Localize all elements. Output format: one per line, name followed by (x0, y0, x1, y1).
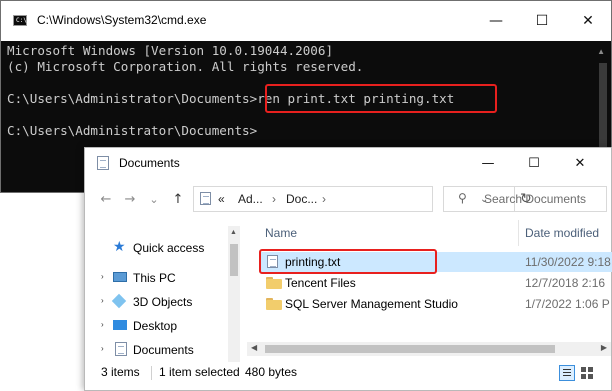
explorer-titlebar[interactable]: Documents — ☐ ✕ (85, 148, 611, 178)
sidebar-item-label: This PC (133, 271, 176, 285)
file-date-modified: 11/30/2022 9:18 (525, 255, 611, 269)
star-icon: ★ (113, 239, 126, 255)
horizontal-scrollbar[interactable]: ◀ ▶ (247, 342, 611, 356)
folder-icon (266, 298, 282, 310)
cmd-maximize-button[interactable]: ☐ (519, 1, 565, 41)
sidebar-item-desktop[interactable]: › Desktop (85, 316, 230, 336)
breadcrumb-separator-icon: › (322, 192, 326, 206)
expand-chevron-icon[interactable]: › (101, 320, 104, 329)
sidebar-item-label: Desktop (133, 319, 178, 333)
command-highlight-box (265, 84, 497, 113)
search-placeholder[interactable]: Search Documents (484, 192, 586, 206)
up-arrow-icon[interactable]: ↑ (169, 190, 187, 208)
documents-title-icon (97, 156, 109, 170)
large-icons-view-icon[interactable] (579, 365, 595, 381)
desktop-icon (113, 320, 127, 330)
explorer-close-button[interactable]: ✕ (557, 148, 603, 178)
sidebar-item-3d-objects[interactable]: › 3D Objects (85, 292, 230, 312)
column-divider[interactable] (518, 220, 519, 246)
sidebar-item-quick-access[interactable]: ★ Quick access (85, 238, 230, 258)
explorer-minimize-button[interactable]: — (465, 148, 511, 178)
breadcrumb-separator-icon: › (272, 192, 276, 206)
scroll-up-icon[interactable]: ▲ (230, 229, 237, 236)
expand-chevron-icon[interactable]: › (101, 272, 104, 281)
forward-arrow-icon[interactable]: → (121, 190, 139, 208)
file-name: Tencent Files (285, 276, 356, 290)
cmd-line: (c) Microsoft Corporation. All rights re… (7, 59, 364, 74)
search-icon: ⚲ (458, 191, 467, 205)
recent-locations-chevron-icon[interactable]: ⌄ (145, 190, 163, 208)
address-documents-icon (200, 192, 211, 205)
documents-icon (115, 342, 127, 356)
navigation-pane: ★ Quick access › This PC › 3D Objects › … (85, 226, 230, 362)
navigation-pane-scrollbar[interactable]: ▲ (228, 226, 240, 362)
scrollbar-thumb[interactable] (265, 345, 555, 353)
cmd-prompt-line: C:\Users\Administrator\Documents> (7, 123, 258, 138)
file-row-sql-server-management-studio[interactable]: SQL Server Management Studio 1/7/2022 1:… (261, 294, 612, 314)
file-date-modified: 12/7/2018 2:16 (525, 276, 606, 290)
sidebar-item-label: Quick access (133, 241, 205, 255)
status-item-count: 3 items (101, 365, 140, 379)
cmd-minimize-button[interactable]: — (473, 1, 519, 41)
address-bar[interactable]: « Ad... › Doc... › ⌄ ↻ (193, 186, 532, 212)
cmd-titlebar[interactable]: C:\ C:\Windows\System32\cmd.exe — ☐ ✕ (1, 1, 611, 41)
sidebar-item-documents[interactable]: › Documents (85, 340, 230, 360)
computer-icon (113, 272, 127, 282)
explorer-window[interactable]: Documents — ☐ ✕ ← → ⌄ ↑ « Ad... › Doc...… (84, 147, 612, 391)
file-name: SQL Server Management Studio (285, 297, 458, 311)
expand-chevron-icon[interactable]: › (101, 296, 104, 305)
details-view-icon[interactable] (559, 365, 575, 381)
file-date-modified: 1/7/2022 1:06 P (525, 297, 610, 311)
file-highlight-box (259, 249, 437, 274)
cmd-window-title: C:\Windows\System32\cmd.exe (37, 13, 207, 27)
cmd-scroll-up-icon[interactable]: ▲ (597, 47, 605, 56)
scroll-left-icon[interactable]: ◀ (251, 343, 257, 352)
cmd-app-icon: C:\ (13, 15, 27, 26)
sidebar-item-label: 3D Objects (133, 295, 193, 309)
address-overflow-icon[interactable]: « (218, 192, 225, 206)
scrollbar-thumb[interactable] (230, 244, 238, 276)
file-row-tencent-files[interactable]: Tencent Files 12/7/2018 2:16 (261, 273, 612, 293)
explorer-window-title: Documents (119, 156, 180, 170)
cmd-close-button[interactable]: ✕ (565, 1, 611, 41)
file-list: Name Date modified printing.txt 11/30/20… (247, 220, 612, 362)
status-bar: 3 items 1 item selected 480 bytes (85, 362, 611, 390)
sidebar-item-label: Documents (133, 343, 194, 357)
search-box[interactable]: ⚲ Search Documents (443, 186, 607, 212)
cube-icon (111, 293, 127, 309)
status-selected-size: 480 bytes (245, 365, 298, 379)
sidebar-item-this-pc[interactable]: › This PC (85, 268, 230, 288)
breadcrumb-documents[interactable]: Doc... (286, 192, 317, 206)
breadcrumb-administrator[interactable]: Ad... (238, 192, 263, 206)
expand-chevron-icon[interactable]: › (101, 344, 104, 353)
cmd-line: Microsoft Windows [Version 10.0.19044.20… (7, 43, 334, 58)
explorer-maximize-button[interactable]: ☐ (511, 148, 557, 178)
back-arrow-icon[interactable]: ← (97, 190, 115, 208)
column-header-name[interactable]: Name (265, 226, 297, 240)
column-header-date-modified[interactable]: Date modified (525, 226, 599, 240)
status-selected-count: 1 item selected (159, 365, 240, 379)
scroll-right-icon[interactable]: ▶ (601, 343, 607, 352)
status-divider (151, 366, 152, 380)
folder-icon (266, 277, 282, 289)
navigation-bar: ← → ⌄ ↑ « Ad... › Doc... › ⌄ ↻ ⚲ Search … (85, 184, 611, 214)
